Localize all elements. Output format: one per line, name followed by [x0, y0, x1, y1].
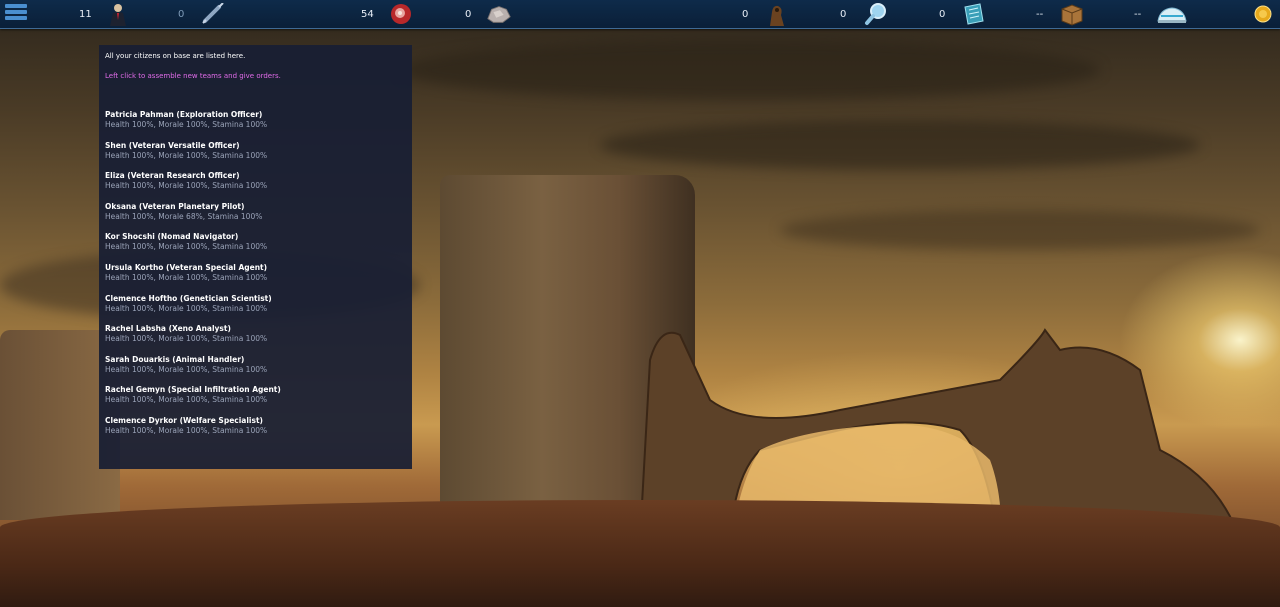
data-pad-icon[interactable] — [961, 2, 987, 26]
research-count: 0 — [840, 8, 847, 20]
ore-count: 0 — [465, 8, 472, 20]
citizen-item[interactable]: Clemence Hoftho (Genetician Scientist) H… — [105, 294, 406, 325]
citizen-item[interactable]: Ursula Kortho (Veteran Special Agent) He… — [105, 263, 406, 294]
panel-hint[interactable]: Left click to assemble new teams and giv… — [105, 72, 406, 81]
panel-intro: All your citizens on base are listed her… — [105, 52, 246, 60]
citizen-stats: Health 100%, Morale 100%, Stamina 100% — [105, 395, 268, 405]
citizen-item[interactable]: Clemence Dyrkor (Welfare Specialist) Hea… — [105, 416, 406, 447]
citizen-stats: Health 100%, Morale 100%, Stamina 100% — [105, 364, 268, 374]
crate-icon[interactable] — [1059, 2, 1085, 26]
citizen-item[interactable]: Kor Shocshi (Nomad Navigator) Health 100… — [105, 232, 406, 263]
menu-icon[interactable] — [5, 4, 27, 23]
habitat-dome-icon[interactable] — [1156, 2, 1188, 26]
citizen-name: Rachel Labsha (Xeno Analyst) — [105, 324, 231, 334]
resource-crates: -- — [1036, 0, 1043, 28]
citizen-name: Sarah Douarkis (Animal Handler) — [105, 354, 245, 364]
citizen-stats: Health 100%, Morale 100%, Stamina 100% — [105, 181, 268, 191]
creatures-count: 0 — [742, 8, 749, 20]
citizen-stats: Health 100%, Morale 100%, Stamina 100% — [105, 120, 268, 129]
citizens-panel: All your citizens on base are listed her… — [99, 45, 412, 469]
citizen-stats: Health 100%, Morale 100%, Stamina 100% — [105, 272, 268, 282]
resource-ore: 0 — [465, 0, 471, 28]
citizen-item[interactable]: Shen (Veteran Versatile Officer) Health … — [105, 141, 406, 172]
resource-data: 0 — [939, 0, 945, 28]
resource-agents: 11 — [79, 0, 92, 28]
citizen-stats: Health 100%, Morale 68%, Stamina 100% — [105, 211, 263, 221]
citizen-stats: Health 100%, Morale 100%, Stamina 100% — [105, 334, 268, 344]
magnifier-icon[interactable] — [863, 2, 889, 26]
food-count: 54 — [361, 8, 374, 20]
ore-icon[interactable] — [486, 2, 512, 26]
agents-count: 11 — [79, 8, 92, 20]
agent-icon[interactable] — [105, 2, 131, 26]
citizen-name: Patricia Pahman (Exploration Officer) — [105, 110, 263, 119]
citizen-name: Clemence Dyrkor (Welfare Specialist) — [105, 415, 263, 425]
citizen-name: Eliza (Veteran Research Officer) — [105, 171, 240, 181]
resource-research: 0 — [840, 0, 846, 28]
citizen-stats: Health 100%, Morale 100%, Stamina 100% — [105, 303, 268, 313]
syringes-count: 0 — [178, 8, 185, 20]
citizen-name: Kor Shocshi (Nomad Navigator) — [105, 232, 239, 242]
creature-icon[interactable] — [763, 2, 789, 26]
citizen-stats: Health 100%, Morale 100%, Stamina 100% — [105, 242, 268, 252]
resource-bar: 11 0 54 0 0 0 0 -- -- — [0, 0, 1280, 29]
citizen-name: Ursula Kortho (Veteran Special Agent) — [105, 262, 268, 272]
citizen-item[interactable]: Eliza (Veteran Research Officer) Health … — [105, 171, 406, 202]
citizen-stats: Health 100%, Morale 100%, Stamina 100% — [105, 425, 268, 435]
resource-syringes: 0 — [178, 0, 184, 28]
meat-icon[interactable] — [388, 2, 414, 26]
syringe-icon[interactable] — [200, 2, 226, 26]
resource-food: 54 — [361, 0, 374, 28]
citizen-stats: Health 100%, Morale 100%, Stamina 100% — [105, 150, 268, 160]
resource-habitats: -- — [1134, 0, 1141, 28]
crates-count: -- — [1036, 8, 1044, 20]
data-count: 0 — [939, 8, 946, 20]
habitats-count: -- — [1134, 8, 1142, 20]
citizen-list: Patricia Pahman (Exploration Officer) He… — [105, 110, 406, 447]
citizen-name: Oksana (Veteran Planetary Pilot) — [105, 201, 245, 211]
citizen-item[interactable]: Rachel Labsha (Xeno Analyst) Health 100%… — [105, 324, 406, 355]
citizen-name: Shen (Veteran Versatile Officer) — [105, 140, 240, 150]
citizen-item[interactable]: Rachel Gemyn (Special Infiltration Agent… — [105, 385, 406, 416]
citizen-name: Rachel Gemyn (Special Infiltration Agent… — [105, 385, 281, 395]
coin-icon[interactable] — [1250, 2, 1276, 26]
citizen-item[interactable]: Sarah Douarkis (Animal Handler) Health 1… — [105, 355, 406, 386]
citizen-item[interactable]: Oksana (Veteran Planetary Pilot) Health … — [105, 202, 406, 233]
resource-creatures: 0 — [742, 0, 748, 28]
citizen-item[interactable]: Patricia Pahman (Exploration Officer) He… — [105, 110, 406, 141]
citizen-name: Clemence Hoftho (Genetician Scientist) — [105, 293, 272, 303]
